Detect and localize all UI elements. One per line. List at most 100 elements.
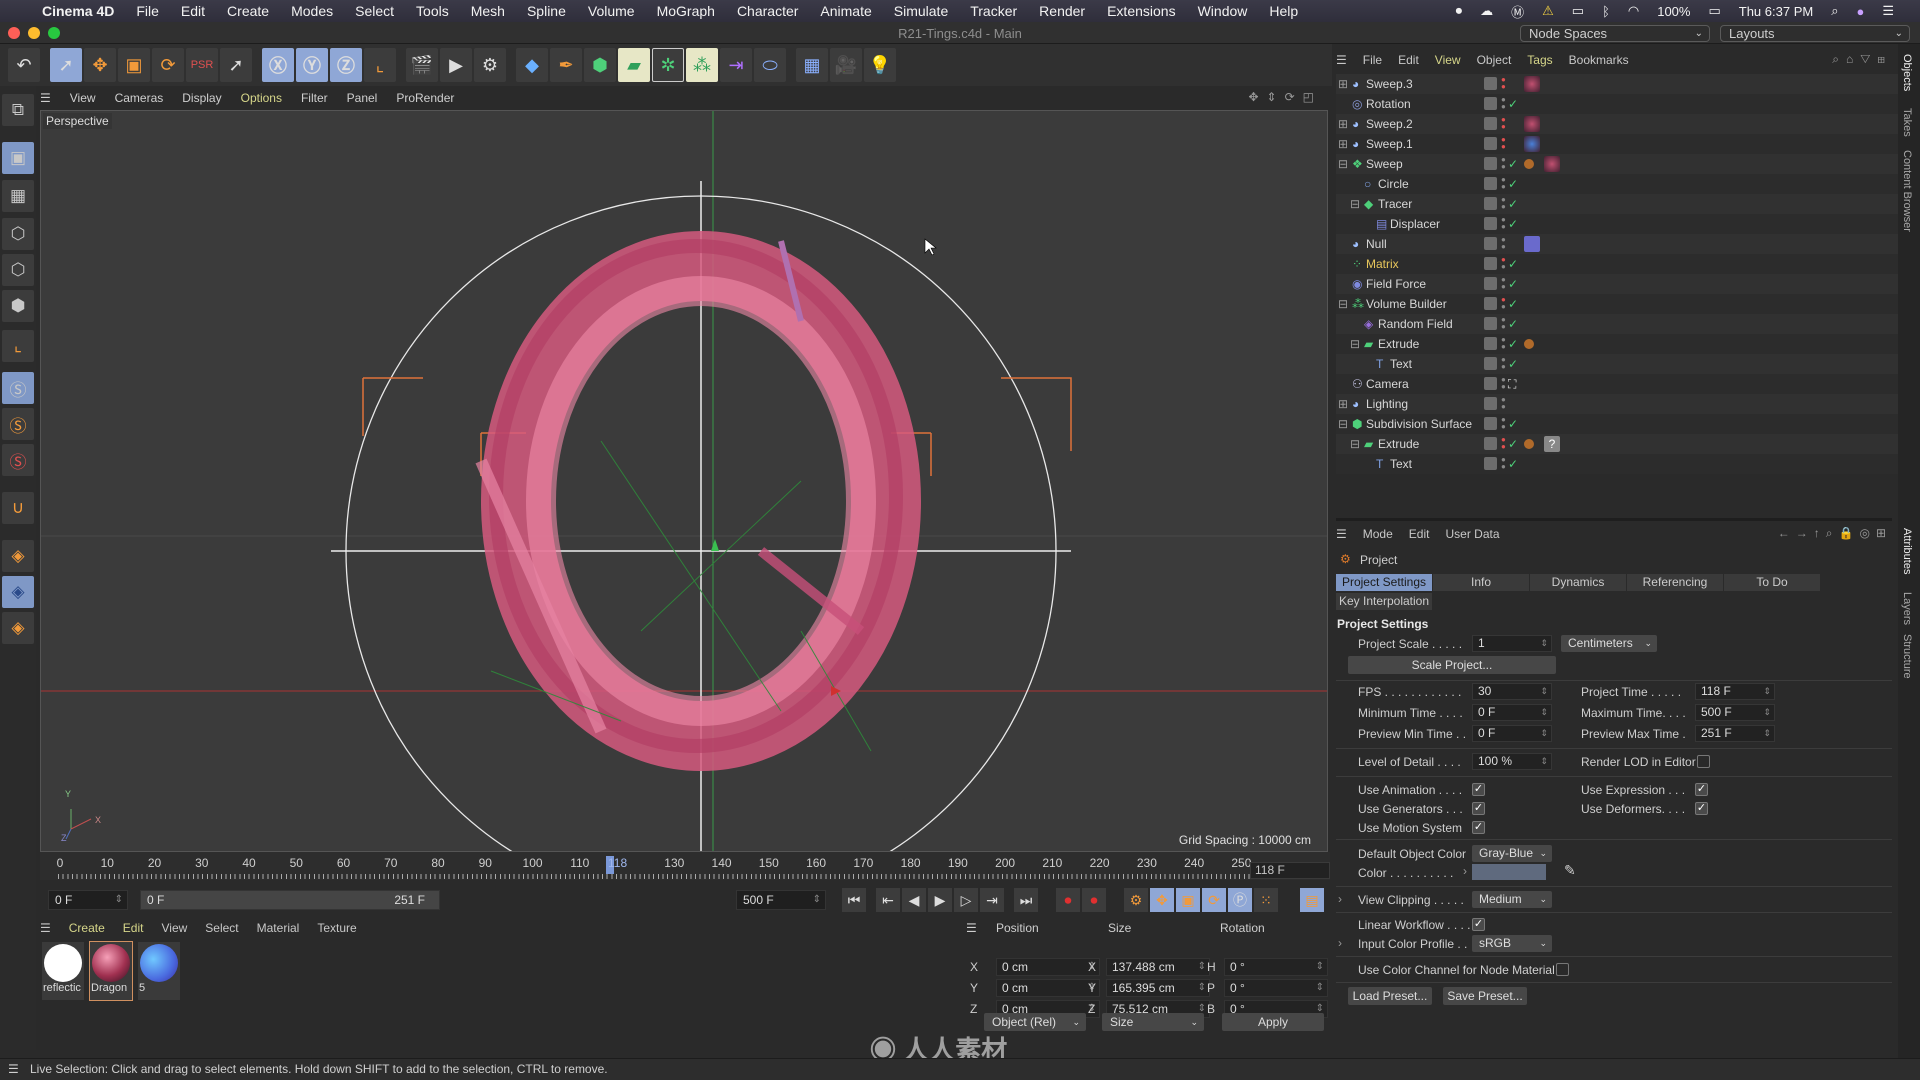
- object-row[interactable]: ⊞ ◕ Lighting ● ●: [1336, 394, 1900, 414]
- snap-toggle-button[interactable]: Ⓢ: [2, 372, 34, 404]
- min-time-field[interactable]: 0 F ⇕: [1472, 704, 1552, 721]
- tab-info[interactable]: Info: [1433, 574, 1529, 591]
- collapse-icon[interactable]: ⊟: [1350, 194, 1360, 214]
- deformer-button[interactable]: ⇥: [720, 48, 752, 82]
- autokeying-button[interactable]: ⏺: [1082, 888, 1106, 912]
- end-frame-field[interactable]: 500 F ⇕: [736, 890, 826, 910]
- wifi-icon[interactable]: ◠: [1628, 3, 1639, 19]
- undo-button[interactable]: ↶: [8, 48, 40, 82]
- menu-mesh[interactable]: Mesh: [471, 3, 505, 19]
- siri-icon[interactable]: ●: [1856, 4, 1864, 19]
- collapse-icon[interactable]: ⊟: [1338, 294, 1348, 314]
- object-row[interactable]: ⊟ ▰ Extrude ● ● ✓: [1336, 334, 1900, 354]
- target-icon[interactable]: ◎: [1859, 526, 1875, 540]
- visibility-dots-icon[interactable]: ● ●: [1501, 356, 1506, 371]
- attr-menu-user-data[interactable]: User Data: [1445, 527, 1499, 541]
- object-name[interactable]: Text: [1390, 454, 1412, 474]
- texture-mode-button[interactable]: ▦: [2, 180, 34, 212]
- scale-project-button[interactable]: Scale Project...: [1348, 656, 1556, 674]
- spotlight-icon[interactable]: ⌕: [1831, 3, 1838, 19]
- visibility-dots-icon[interactable]: ● ●: [1501, 456, 1506, 471]
- m-icon[interactable]: Ⓜ: [1511, 2, 1524, 21]
- tab-to-do[interactable]: To Do: [1724, 574, 1820, 591]
- menu-character[interactable]: Character: [737, 3, 798, 19]
- hamburger-icon[interactable]: ☰: [966, 921, 977, 935]
- preview-min-field[interactable]: 0 F ⇕: [1472, 725, 1552, 742]
- polygon-mode-button[interactable]: ⬢: [2, 290, 34, 322]
- object-row[interactable]: ⚇ Camera ● ● ⛶: [1336, 374, 1900, 394]
- object-name[interactable]: Camera: [1366, 374, 1409, 394]
- preview-max-field[interactable]: 251 F ⇕: [1695, 725, 1775, 742]
- rotate-tool[interactable]: ⟳: [152, 48, 184, 82]
- tab-objects[interactable]: Objects: [1901, 54, 1913, 91]
- object-name[interactable]: Subdivision Surface: [1366, 414, 1472, 434]
- spinner-icon[interactable]: ⇕: [1540, 726, 1548, 741]
- spinner-icon[interactable]: ⇕: [115, 891, 123, 909]
- scale-tool[interactable]: ▣: [118, 48, 150, 82]
- new-panel-icon[interactable]: ⊞: [1876, 526, 1892, 540]
- record-scale-button[interactable]: ▣: [1176, 888, 1200, 912]
- spinner-icon[interactable]: ⇕: [1198, 980, 1206, 996]
- layer-icon[interactable]: [1484, 177, 1497, 190]
- node-spaces-select[interactable]: Node Spaces ⌄: [1520, 25, 1710, 42]
- previous-frame-button[interactable]: ◀: [902, 888, 926, 912]
- enabled-check-icon[interactable]: ✓: [1508, 194, 1518, 214]
- enabled-check-icon[interactable]: ✓: [1508, 274, 1518, 294]
- material-tag-icon[interactable]: [1544, 156, 1560, 172]
- layer-icon[interactable]: [1484, 137, 1497, 150]
- visibility-dots-icon[interactable]: ● ●: [1501, 236, 1506, 251]
- layer-icon[interactable]: [1484, 317, 1497, 330]
- z-axis-lock[interactable]: Ⓩ: [330, 48, 362, 82]
- use-animation-checkbox[interactable]: ✓: [1472, 783, 1485, 796]
- node-material-checkbox[interactable]: [1556, 963, 1569, 976]
- visibility-dots-icon[interactable]: ● ●: [1501, 296, 1506, 311]
- visibility-dots-icon[interactable]: ● ●: [1501, 436, 1506, 451]
- layer-icon[interactable]: [1484, 457, 1497, 470]
- layer-icon[interactable]: [1484, 157, 1497, 170]
- obj-menu-object[interactable]: Object: [1477, 53, 1512, 67]
- enabled-check-icon[interactable]: ✓: [1508, 154, 1518, 174]
- visibility-dots-icon[interactable]: ● ●: [1501, 276, 1506, 291]
- spinner-icon[interactable]: ⇕: [1316, 959, 1324, 975]
- menu-volume[interactable]: Volume: [588, 3, 635, 19]
- visibility-dots-icon[interactable]: ● ●: [1501, 176, 1506, 191]
- view-clipping-select[interactable]: Medium ⌄: [1472, 891, 1552, 908]
- record-keys-button[interactable]: ⏺: [1056, 888, 1080, 912]
- vp-menu-panel[interactable]: Panel: [347, 91, 378, 105]
- menu-tools[interactable]: Tools: [416, 3, 449, 19]
- record-parameter-button[interactable]: Ⓟ: [1228, 888, 1252, 912]
- make-editable-button[interactable]: ⧉: [2, 94, 34, 126]
- notification-center-icon[interactable]: ☰: [1882, 3, 1894, 19]
- current-frame-field[interactable]: 118 F: [1250, 862, 1330, 879]
- visibility-dots-icon[interactable]: ● ●: [1501, 216, 1506, 231]
- obj-menu-bookmarks[interactable]: Bookmarks: [1569, 53, 1629, 67]
- material-swatch[interactable]: Dragon: [89, 941, 133, 1001]
- material-tag-icon[interactable]: [1524, 136, 1540, 152]
- tab-referencing[interactable]: Referencing: [1627, 574, 1723, 591]
- object-row[interactable]: ⊟ ⁂ Volume Builder ● ● ✓: [1336, 294, 1900, 314]
- material-tag-icon[interactable]: [1524, 76, 1540, 92]
- project-time-field[interactable]: 118 F ⇕: [1695, 683, 1775, 700]
- bluetooth-icon[interactable]: ᛒ: [1602, 4, 1610, 19]
- coordinate-mode-select[interactable]: Object (Rel) ⌄: [984, 1013, 1086, 1031]
- render-lod-checkbox[interactable]: [1697, 755, 1710, 768]
- menu-window[interactable]: Window: [1198, 3, 1248, 19]
- layouts-select[interactable]: Layouts ⌄: [1720, 25, 1910, 42]
- position-x-field[interactable]: 0 cm ⇕: [996, 958, 1100, 976]
- move-tool[interactable]: ✥: [84, 48, 116, 82]
- spinner-icon[interactable]: ⇕: [1198, 959, 1206, 975]
- menu-file[interactable]: File: [136, 3, 159, 19]
- enabled-check-icon[interactable]: ✓: [1508, 254, 1518, 274]
- size-y-field[interactable]: 165.395 cm ⇕: [1106, 979, 1210, 997]
- airplay-icon[interactable]: ▭: [1572, 3, 1584, 19]
- phong-tag-icon[interactable]: [1524, 339, 1534, 349]
- keyframe-selection-button[interactable]: ⚙: [1124, 888, 1148, 912]
- menu-select[interactable]: Select: [355, 3, 394, 19]
- edge-mode-button[interactable]: ⬡: [2, 254, 34, 286]
- menu-mograph[interactable]: MoGraph: [657, 3, 715, 19]
- use-expression-checkbox[interactable]: ✓: [1695, 783, 1708, 796]
- mat-menu-create[interactable]: Create: [69, 921, 105, 935]
- lod-field[interactable]: 100 % ⇕: [1472, 753, 1552, 770]
- collapse-icon[interactable]: ⊟: [1338, 414, 1348, 434]
- enabled-check-icon[interactable]: ✓: [1508, 414, 1518, 434]
